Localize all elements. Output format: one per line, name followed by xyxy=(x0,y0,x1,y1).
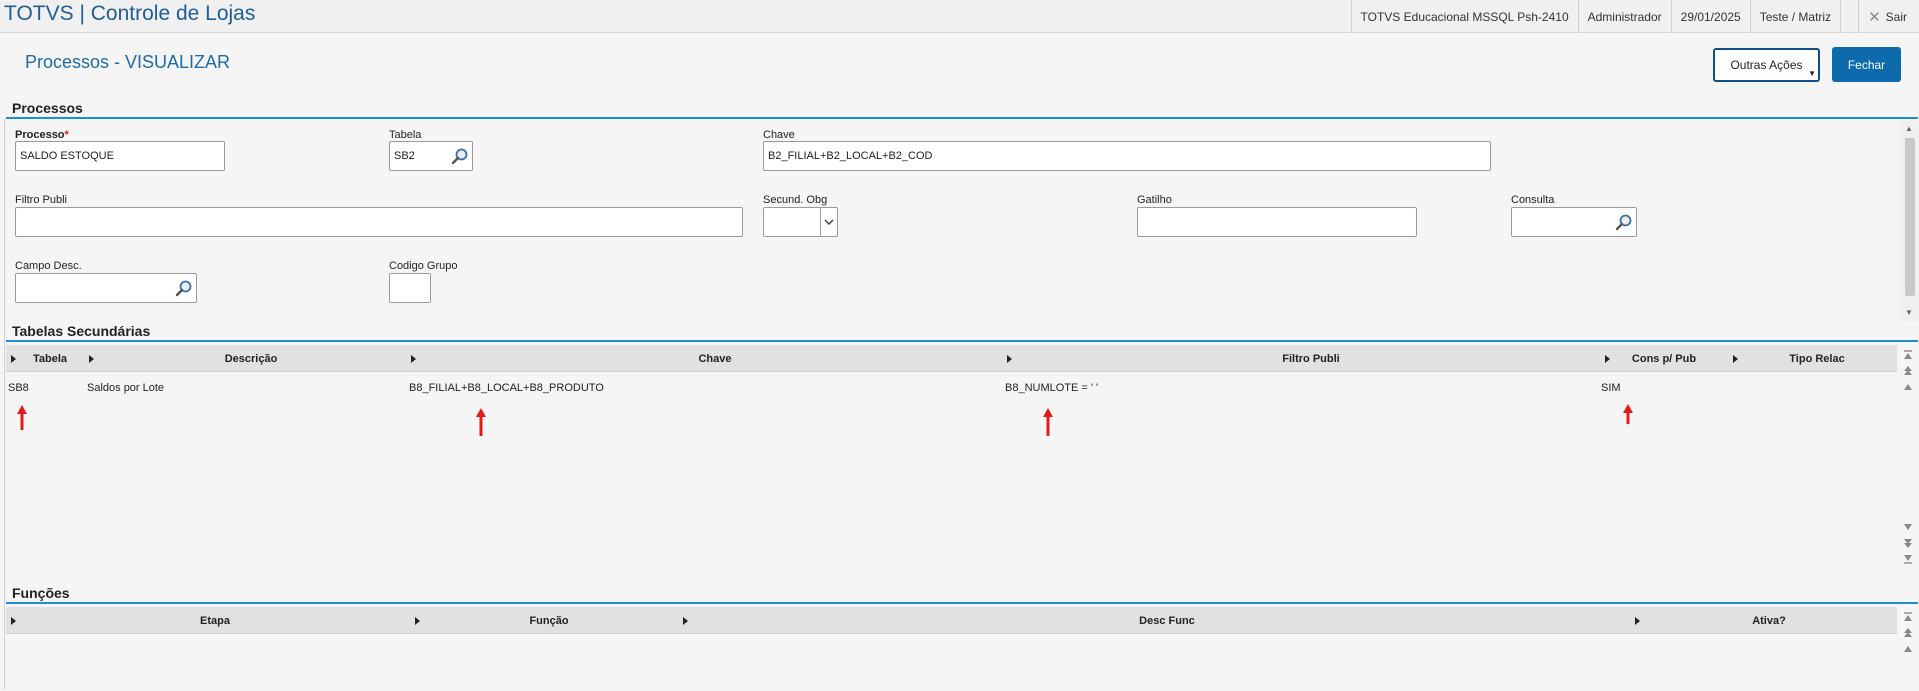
chave-field[interactable]: B2_FILIAL+B2_LOCAL+B2_COD xyxy=(763,141,1491,171)
cell-chave: B8_FILIAL+B8_LOCAL+B8_PRODUTO xyxy=(409,382,604,394)
app-title: TOTVS | Controle de Lojas xyxy=(4,2,256,25)
environment-label: TOTVS Educacional MSSQL Psh-2410 xyxy=(1350,0,1578,33)
page-up-icon[interactable] xyxy=(1899,363,1917,379)
row-up-icon[interactable] xyxy=(1899,641,1917,657)
scroll-thumb[interactable] xyxy=(1905,138,1915,296)
search-icon[interactable] xyxy=(1615,213,1633,231)
funcoes-grid-header: Etapa Função Desc Func Ativa? xyxy=(6,607,1897,634)
annotation-arrow-icon xyxy=(476,408,486,436)
secund-obg-label: Secund. Obg xyxy=(763,194,828,206)
column-header-ativa[interactable]: Ativa? xyxy=(1644,607,1894,634)
cell-tabela: SB8 xyxy=(8,382,29,394)
column-header-chave[interactable]: Chave xyxy=(420,345,1010,372)
section-title-processos: Processos xyxy=(12,100,83,116)
scroll-up-icon[interactable]: ▲ xyxy=(1905,124,1913,133)
annotation-arrow-icon xyxy=(1623,404,1633,424)
campo-desc-field[interactable] xyxy=(15,273,197,303)
column-menu-icon[interactable] xyxy=(1733,355,1738,363)
branch-label: Teste / Matriz xyxy=(1749,0,1840,33)
section-divider xyxy=(6,340,1918,342)
search-icon[interactable] xyxy=(175,279,193,297)
processo-field[interactable]: SALDO ESTOQUE xyxy=(15,141,225,171)
cell-filtro-publi: B8_NUMLOTE = ' ' xyxy=(1005,382,1099,394)
first-record-icon[interactable] xyxy=(1899,609,1917,625)
codigo-grupo-label: Codigo Grupo xyxy=(389,260,458,272)
secund-obg-select[interactable] xyxy=(763,207,838,237)
page-title: Processos - VISUALIZAR xyxy=(25,52,231,72)
user-label: Administrador xyxy=(1577,0,1671,33)
chevron-down-icon[interactable] xyxy=(820,207,838,237)
section-divider xyxy=(6,117,1918,119)
top-bar: TOTVS | Controle de Lojas TOTVS Educacio… xyxy=(0,0,1919,33)
processo-value: SALDO ESTOQUE xyxy=(20,150,114,162)
column-menu-icon[interactable] xyxy=(683,617,688,625)
content-left-border xyxy=(4,119,5,689)
page-up-icon[interactable] xyxy=(1899,625,1917,641)
chave-value: B2_FILIAL+B2_LOCAL+B2_COD xyxy=(768,150,933,162)
column-header-etapa[interactable]: Etapa xyxy=(20,607,410,634)
row-up-icon[interactable] xyxy=(1899,379,1917,395)
tabelas-grid-navigation xyxy=(1899,345,1917,580)
tabela-field[interactable]: SB2 xyxy=(389,141,473,171)
column-menu-icon[interactable] xyxy=(1007,355,1012,363)
column-menu-icon[interactable] xyxy=(1605,355,1610,363)
filtro-publi-field[interactable] xyxy=(15,207,743,237)
cell-cons-pub: SIM xyxy=(1601,382,1621,394)
outras-acoes-label: Outras Ações xyxy=(1730,58,1803,72)
gatilho-field[interactable] xyxy=(1137,207,1417,237)
column-menu-icon[interactable] xyxy=(415,617,420,625)
gatilho-label: Gatilho xyxy=(1137,194,1172,206)
first-record-icon[interactable] xyxy=(1899,347,1917,363)
column-menu-icon[interactable] xyxy=(89,355,94,363)
page-down-icon[interactable] xyxy=(1899,535,1917,551)
outras-acoes-button[interactable]: Outras Ações ▼ xyxy=(1713,48,1820,82)
column-header-desc-func[interactable]: Desc Func xyxy=(692,607,1642,634)
exit-button[interactable]: ✕ Sair xyxy=(1858,0,1919,33)
fechar-button[interactable]: Fechar xyxy=(1832,47,1901,82)
scroll-down-icon[interactable]: ▼ xyxy=(1905,308,1913,317)
chave-label: Chave xyxy=(763,129,795,141)
exit-label: Sair xyxy=(1885,9,1907,24)
funcoes-grid-navigation xyxy=(1899,607,1917,667)
column-header-filtro-publi[interactable]: Filtro Publi xyxy=(1016,345,1606,372)
form-scrollbar[interactable]: ▲ ▼ xyxy=(1901,121,1919,321)
section-divider xyxy=(6,602,1918,604)
column-header-tabela[interactable]: Tabela xyxy=(20,345,80,372)
codigo-grupo-field[interactable] xyxy=(389,273,431,303)
caret-down-icon: ▼ xyxy=(1808,69,1816,78)
column-header-tipo-relac[interactable]: Tipo Relac xyxy=(1742,345,1892,372)
consulta-field[interactable] xyxy=(1511,207,1637,237)
annotation-arrow-icon xyxy=(1043,408,1053,436)
column-header-descricao[interactable]: Descrição xyxy=(98,345,404,372)
row-down-icon[interactable] xyxy=(1899,519,1917,535)
column-header-cons-pub[interactable]: Cons p/ Pub xyxy=(1614,345,1714,372)
column-menu-icon[interactable] xyxy=(11,355,16,363)
app-window: TOTVS | Controle de Lojas TOTVS Educacio… xyxy=(0,0,1919,691)
filtro-publi-label: Filtro Publi xyxy=(15,194,67,206)
annotation-arrow-icon xyxy=(17,405,27,430)
close-icon: ✕ xyxy=(1868,8,1881,26)
section-title-tabelas-secundarias: Tabelas Secundárias xyxy=(12,323,151,339)
tabela-value: SB2 xyxy=(394,150,415,162)
required-mark: * xyxy=(64,129,69,141)
section-title-funcoes: Funções xyxy=(12,585,70,601)
date-label: 29/01/2025 xyxy=(1670,0,1750,33)
last-record-icon[interactable] xyxy=(1899,551,1917,567)
cell-descricao: Saldos por Lote xyxy=(87,382,165,394)
tabelas-grid-header: Tabela Descrição Chave Filtro Publi Cons… xyxy=(6,345,1897,372)
column-menu-icon[interactable] xyxy=(411,355,416,363)
column-header-funcao[interactable]: Função xyxy=(424,607,674,634)
processo-label: Processo* xyxy=(15,129,69,141)
topbar-spacer xyxy=(1840,0,1858,33)
column-menu-icon[interactable] xyxy=(1635,617,1640,625)
search-icon[interactable] xyxy=(451,147,469,165)
column-menu-icon[interactable] xyxy=(11,617,16,625)
campo-desc-label: Campo Desc. xyxy=(15,260,82,272)
session-info: TOTVS Educacional MSSQL Psh-2410 Adminis… xyxy=(1350,0,1919,33)
consulta-label: Consulta xyxy=(1511,194,1555,206)
tabela-label: Tabela xyxy=(389,129,422,141)
